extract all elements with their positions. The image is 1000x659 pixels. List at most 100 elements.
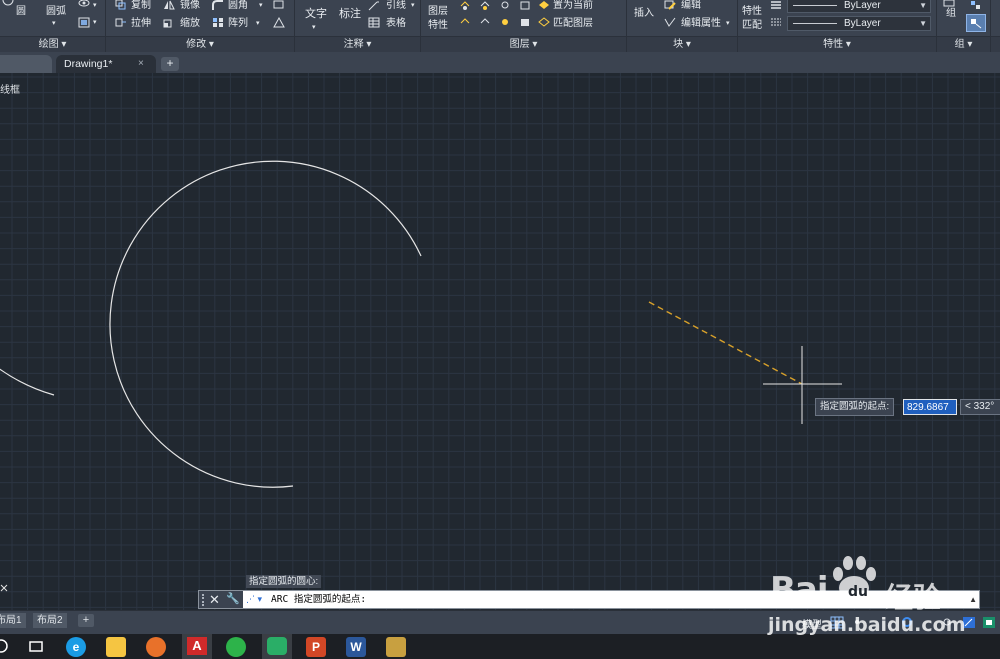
command-prompt-icon[interactable]: ⋰ ▾ (246, 591, 262, 608)
dynamic-input-length[interactable]: 829.6867 (903, 399, 957, 415)
array-icon[interactable] (212, 17, 224, 28)
grid-toggle-icon[interactable] (830, 616, 844, 629)
scale-button[interactable]: 缩放 (180, 18, 200, 30)
dropdown-arrow-icon[interactable]: ▾ (93, 0, 97, 12)
group-button[interactable]: 组 (946, 8, 956, 20)
dropdown-arrow-icon[interactable]: ▾ (312, 22, 316, 34)
dynamic-input-angle[interactable]: < 332° (960, 399, 1000, 415)
dynamic-input-toggle-icon[interactable] (962, 616, 976, 629)
layer-tool-icon[interactable] (459, 0, 471, 11)
dropdown-arrow-icon[interactable]: ▾ (411, 0, 415, 12)
leader-button[interactable]: 引线 (386, 0, 406, 12)
mirror-button[interactable]: 镜像 (180, 0, 200, 12)
snap-toggle-icon[interactable] (850, 616, 864, 629)
circle-icon[interactable] (2, 0, 14, 6)
layer-tool-icon[interactable] (499, 17, 511, 28)
mirror-icon[interactable] (163, 0, 175, 11)
match-properties-button[interactable]: 特性 (742, 6, 762, 18)
edit-block-button[interactable]: 编辑 (681, 0, 701, 12)
stretch-button[interactable]: 拉伸 (131, 18, 151, 30)
task-view-icon[interactable] (26, 637, 46, 657)
linetype-select[interactable]: ByLayer ▼ (787, 16, 931, 31)
new-tab-button[interactable]: + (161, 57, 179, 71)
firefox-icon[interactable] (146, 637, 166, 657)
edge-browser-icon[interactable]: e (66, 637, 86, 657)
array-button[interactable]: 阵列 (228, 18, 248, 30)
autocad-taskbar-button[interactable]: A (182, 634, 212, 659)
layer-tool-icon[interactable] (459, 17, 471, 28)
dropdown-arrow-icon[interactable]: ▾ (259, 0, 263, 12)
explode-icon[interactable] (273, 0, 285, 11)
leader-icon[interactable] (368, 0, 380, 11)
properties-panel-title[interactable]: 特性 ▾ (738, 36, 936, 52)
region-icon[interactable] (78, 17, 90, 28)
copy-button[interactable]: 复制 (131, 0, 151, 12)
layer-properties-button-line2[interactable]: 特性 (428, 20, 448, 32)
tab-drawing1[interactable]: Drawing1* × (56, 55, 156, 73)
table-icon[interactable] (368, 17, 380, 28)
dimension-button[interactable]: 标注 (339, 8, 361, 20)
settings-icon[interactable] (940, 616, 954, 629)
fillet-button[interactable]: 圆角 (228, 0, 248, 12)
file-explorer-icon[interactable] (106, 637, 126, 657)
drag-handle-icon[interactable] (202, 594, 205, 606)
dropdown-arrow-icon[interactable]: ▾ (93, 17, 97, 29)
panel-title-cutoff[interactable] (991, 36, 1000, 52)
layer-properties-button[interactable]: 图层 (428, 6, 448, 18)
command-line[interactable]: ✕ 🔧 ⋰ ▾ ARC 指定圆弧的起点: ▲ (198, 590, 980, 609)
close-icon[interactable]: × (138, 55, 144, 73)
fillet-icon[interactable] (212, 0, 224, 11)
edit-attributes-icon[interactable] (664, 17, 676, 28)
stretch-icon[interactable] (115, 17, 127, 28)
eye-icon[interactable] (78, 0, 90, 11)
match-properties-button-line2[interactable]: 匹配 (742, 20, 762, 32)
word-icon[interactable]: W (346, 637, 366, 657)
draw-panel-title[interactable]: 绘图 ▾ (0, 36, 105, 52)
chevron-up-icon[interactable]: ▲ (969, 591, 977, 608)
powerpoint-icon[interactable]: P (306, 637, 326, 657)
block-panel-title[interactable]: 块 ▾ (627, 36, 737, 52)
add-layout-button[interactable]: + (78, 614, 94, 627)
tab-layout1[interactable]: 布局1 (0, 613, 26, 628)
text-button[interactable]: 文字 (305, 8, 327, 20)
arc-dropdown-icon[interactable]: ▾ (52, 18, 56, 30)
layer-tool-icon[interactable] (519, 0, 531, 11)
offset-icon[interactable] (273, 17, 285, 28)
command-input[interactable]: ARC 指定圆弧的起点: (271, 591, 366, 608)
match-layer-icon[interactable] (538, 17, 550, 28)
layer-tool-icon[interactable] (499, 0, 511, 11)
model-space-label[interactable]: 模型 (802, 616, 822, 631)
match-layer-button[interactable]: 匹配图层 (553, 18, 593, 30)
group-tool-icon[interactable] (970, 0, 982, 11)
lineweight-select[interactable]: ByLayer ▼ (787, 0, 931, 13)
browser-360-icon[interactable] (226, 637, 246, 657)
edit-block-icon[interactable] (664, 0, 676, 11)
wechat-taskbar-button[interactable] (262, 634, 292, 659)
osnap-icon[interactable] (900, 616, 914, 629)
layer-tool-icon[interactable] (479, 17, 491, 28)
layer-tool-icon[interactable] (479, 0, 491, 11)
layers-panel-title[interactable]: 图层 ▾ (421, 36, 626, 52)
layer-tool-icon[interactable] (519, 17, 531, 28)
wrench-icon[interactable]: 🔧 (226, 591, 240, 608)
dropdown-arrow-icon[interactable]: ▾ (256, 18, 260, 30)
insert-block-button[interactable]: 插入 (634, 8, 654, 20)
annotation-panel-title[interactable]: 注释 ▾ (295, 36, 420, 52)
app-icon[interactable] (386, 637, 406, 657)
drawing-canvas[interactable]: 线框 (0, 73, 1000, 610)
group-select-toggle[interactable] (966, 14, 986, 32)
close-icon[interactable]: ✕ (209, 591, 220, 608)
modify-panel-title[interactable]: 修改 ▾ (106, 36, 294, 52)
arc-button-label[interactable]: 圆弧 (46, 6, 66, 18)
start-tab[interactable] (0, 55, 52, 73)
scale-icon[interactable] (163, 17, 175, 28)
circle-button-label[interactable]: 圆 (16, 6, 26, 18)
copy-icon[interactable] (115, 0, 127, 11)
edit-attributes-button[interactable]: 编辑属性 (681, 18, 721, 30)
tab-layout2[interactable]: 布局2 (33, 613, 67, 628)
set-current-icon[interactable] (538, 0, 550, 11)
groups-panel-title[interactable]: 组 ▾ (937, 36, 990, 52)
set-current-button[interactable]: 置为当前 (553, 0, 593, 12)
dropdown-arrow-icon[interactable]: ▾ (726, 18, 730, 30)
workspace-icon[interactable] (982, 616, 996, 629)
